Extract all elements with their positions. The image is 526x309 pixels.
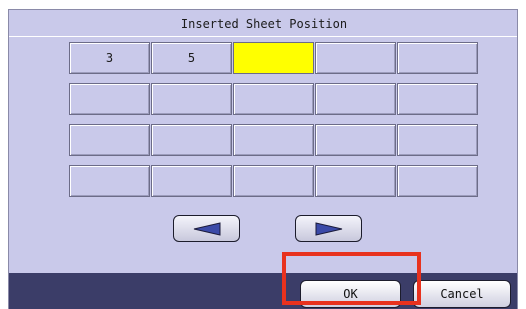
grid-cell-r4-c4[interactable]	[315, 165, 396, 197]
grid-cell-r3-c3[interactable]	[233, 124, 314, 156]
dialog-panel: Inserted Sheet Position 3 5 OK Cancel	[8, 9, 518, 309]
grid-cell-r2-c1[interactable]	[69, 83, 150, 115]
grid-cell-r1-c1[interactable]: 3	[69, 42, 150, 74]
ok-button[interactable]: OK	[300, 280, 401, 308]
next-button[interactable]	[295, 215, 362, 242]
grid-cell-r2-c4[interactable]	[315, 83, 396, 115]
grid-cell-r2-c2[interactable]	[151, 83, 232, 115]
grid-cell-r1-c2[interactable]: 5	[151, 42, 232, 74]
grid-cell-r3-c4[interactable]	[315, 124, 396, 156]
grid-cell-r2-c5[interactable]	[397, 83, 478, 115]
title-divider	[9, 36, 517, 37]
previous-button[interactable]	[173, 215, 240, 242]
grid-cell-r4-c5[interactable]	[397, 165, 478, 197]
cancel-button[interactable]: Cancel	[413, 280, 511, 308]
grid-cell-r1-c3-selected[interactable]	[233, 42, 314, 74]
grid-cell-r3-c1[interactable]	[69, 124, 150, 156]
dialog-title: Inserted Sheet Position	[180, 17, 348, 31]
grid-cell-r1-c5[interactable]	[397, 42, 478, 74]
grid-cell-r3-c2[interactable]	[151, 124, 232, 156]
grid-cell-r4-c2[interactable]	[151, 165, 232, 197]
grid-cell-r3-c5[interactable]	[397, 124, 478, 156]
grid-cell-r2-c3[interactable]	[233, 83, 314, 115]
left-arrow-icon	[193, 221, 220, 236]
grid-cell-r4-c1[interactable]	[69, 165, 150, 197]
right-arrow-icon	[315, 221, 342, 236]
grid-cell-r4-c3[interactable]	[233, 165, 314, 197]
grid-cell-r1-c4[interactable]	[315, 42, 396, 74]
